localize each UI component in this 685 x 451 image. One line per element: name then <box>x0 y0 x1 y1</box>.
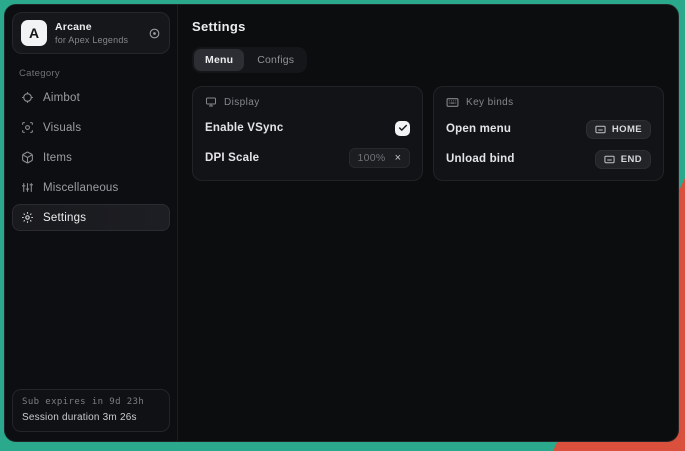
keyboard-icon <box>446 96 459 109</box>
keyboard-icon <box>604 154 615 165</box>
open-menu-keybind[interactable]: HOME <box>586 120 651 139</box>
sliders-icon <box>21 181 34 194</box>
package-icon <box>21 151 34 164</box>
app-subtitle: for Apex Legends <box>55 35 140 45</box>
dpi-label: DPI Scale <box>205 152 259 164</box>
keybinds-card-title: Key binds <box>466 97 514 108</box>
open-menu-label: Open menu <box>446 123 511 135</box>
page-title: Settings <box>192 19 664 34</box>
unload-bind-row: Unload bind END <box>446 149 651 169</box>
open-menu-row: Open menu HOME <box>446 119 651 139</box>
clear-icon[interactable]: × <box>395 153 401 164</box>
gear-icon <box>21 211 34 224</box>
unload-bind-key: END <box>621 154 642 165</box>
vsync-row: Enable VSync <box>205 118 410 138</box>
app-header-text: Arcane for Apex Legends <box>55 21 140 45</box>
app-header-card: A Arcane for Apex Legends <box>12 12 170 54</box>
sidebar-item-label: Visuals <box>43 122 81 134</box>
dpi-scale-input[interactable]: 100% × <box>349 148 411 168</box>
open-menu-key: HOME <box>612 124 642 135</box>
unload-bind-label: Unload bind <box>446 153 515 165</box>
keybinds-card: Key binds Open menu HOME <box>433 86 664 181</box>
category-label: Category <box>19 68 170 79</box>
sidebar: A Arcane for Apex Legends Category <box>5 5 178 441</box>
sidebar-item-items[interactable]: Items <box>12 144 170 171</box>
target-icon[interactable] <box>148 27 161 40</box>
tab-menu[interactable]: Menu <box>194 49 244 71</box>
settings-cards: Display Enable VSync DPI Scale 100% × <box>192 86 664 181</box>
dpi-scale-value: 100% <box>358 152 386 164</box>
scan-eye-icon <box>21 121 34 134</box>
app-name: Arcane <box>55 21 140 33</box>
dpi-row: DPI Scale 100% × <box>205 148 410 168</box>
display-card: Display Enable VSync DPI Scale 100% × <box>192 86 423 181</box>
sidebar-item-miscellaneous[interactable]: Miscellaneous <box>12 174 170 201</box>
monitor-icon <box>205 96 217 108</box>
vsync-label: Enable VSync <box>205 122 283 134</box>
sidebar-nav: Aimbot Visuals <box>12 84 170 231</box>
subscription-info-box: Sub expires in 9d 23h Session duration 3… <box>12 389 170 432</box>
keyboard-icon <box>595 124 606 135</box>
sidebar-item-aimbot[interactable]: Aimbot <box>12 84 170 111</box>
display-card-header: Display <box>205 96 410 108</box>
main-content: Settings Menu Configs Display <box>178 5 678 441</box>
sidebar-item-settings[interactable]: Settings <box>12 204 170 231</box>
unload-bind-keybind[interactable]: END <box>595 150 651 169</box>
app-window: A Arcane for Apex Legends Category <box>4 4 679 442</box>
sidebar-item-label: Miscellaneous <box>43 182 118 194</box>
sub-expiry-text: Sub expires in 9d 23h <box>22 397 160 407</box>
sidebar-item-label: Items <box>43 152 72 164</box>
tab-configs[interactable]: Configs <box>246 49 305 71</box>
vsync-checkbox[interactable] <box>395 121 410 136</box>
keybinds-card-header: Key binds <box>446 96 651 109</box>
display-card-title: Display <box>224 97 260 108</box>
sidebar-item-visuals[interactable]: Visuals <box>12 114 170 141</box>
session-duration-text: Session duration 3m 26s <box>22 412 160 423</box>
app-logo: A <box>21 20 47 46</box>
sidebar-item-label: Aimbot <box>43 92 80 104</box>
tab-bar: Menu Configs <box>192 47 307 73</box>
sidebar-item-label: Settings <box>43 212 86 224</box>
crosshair-icon <box>21 91 34 104</box>
